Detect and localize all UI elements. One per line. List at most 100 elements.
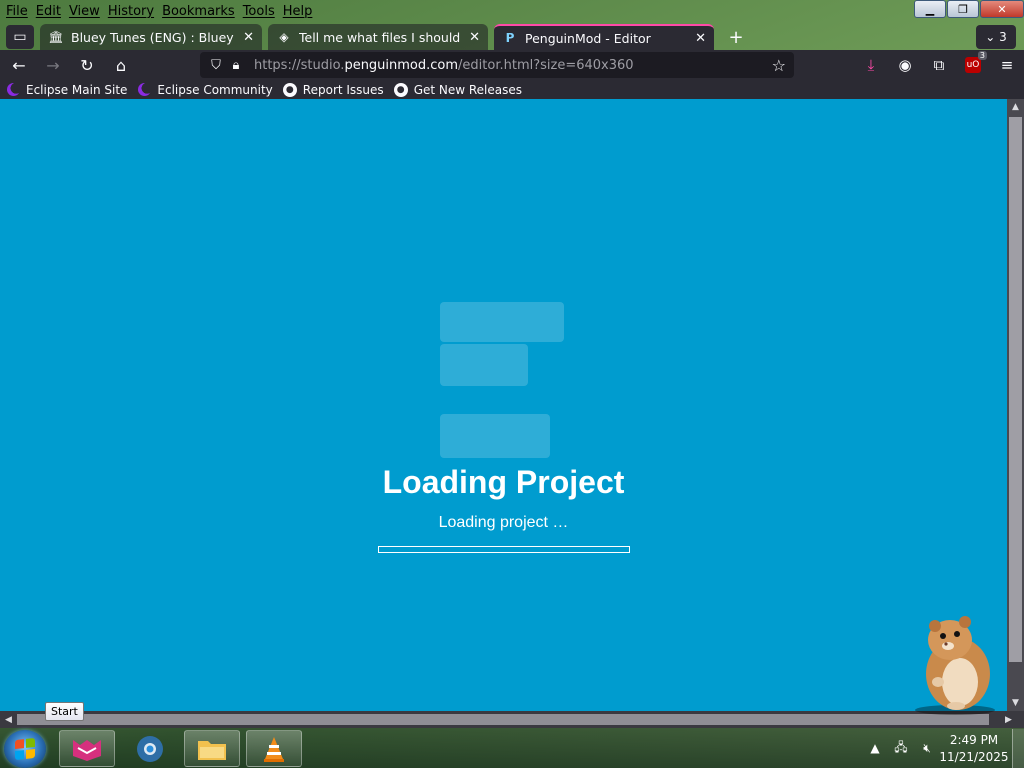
bookmark-star-icon[interactable]: ☆ — [772, 56, 786, 75]
tab-steal-files[interactable]: ◈ Tell me what files I should steal ✕ — [268, 24, 488, 50]
plus-icon: + — [728, 26, 744, 48]
network-icon[interactable]: 🖧︎ — [891, 738, 911, 758]
horizontal-scrollbar[interactable]: ◀ ▶ — [0, 711, 1024, 728]
browser-app-icon — [73, 739, 101, 761]
close-tab-icon[interactable]: ✕ — [695, 31, 706, 46]
arrow-left-icon: ← — [12, 55, 26, 75]
tab-count: 3 — [999, 30, 1007, 44]
forward-button[interactable]: → — [38, 52, 68, 78]
bookmark-label: Eclipse Community — [157, 82, 273, 97]
menu-bar: File Edit View History Bookmarks Tools H… — [0, 0, 1024, 22]
taskbar-app-firefox-variant[interactable] — [59, 730, 115, 767]
bookmark-label: Get New Releases — [413, 82, 523, 97]
close-tab-icon[interactable]: ✕ — [243, 30, 254, 45]
start-button[interactable] — [4, 730, 46, 768]
clock-time: 2:49 PM — [949, 733, 999, 747]
account-button[interactable]: ◉ — [888, 51, 922, 79]
folder-icon — [198, 740, 226, 760]
url-text: https://studio.penguinmod.com/editor.htm… — [254, 58, 634, 73]
windows-logo-icon — [15, 737, 35, 761]
tab-title: PenguinMod - Editor — [525, 30, 651, 46]
taskbar-app-chrome[interactable] — [122, 730, 178, 767]
firefox-view-button[interactable]: ▭ — [6, 25, 34, 49]
close-tab-icon[interactable]: ✕ — [469, 30, 480, 45]
tab-title: Bluey Tunes (ENG) : Bluey and A — [71, 29, 237, 45]
menu-file[interactable]: File — [6, 4, 28, 19]
bookmark-eclipse-community[interactable]: Eclipse Community — [137, 82, 273, 97]
minimize-button[interactable]: ▁ — [914, 0, 946, 18]
volume-muted-icon[interactable]: 🔇︎ — [917, 738, 937, 758]
scroll-left-icon[interactable]: ◀ — [0, 711, 17, 728]
code-block-shape — [440, 414, 550, 458]
new-tab-button[interactable]: + — [724, 25, 748, 49]
url-prefix: https://studio. — [254, 57, 345, 73]
loading-blocks-graphic — [440, 302, 570, 462]
bookmark-label: Eclipse Main Site — [26, 82, 128, 97]
scroll-right-icon[interactable]: ▶ — [1000, 711, 1017, 728]
menu-tools[interactable]: Tools — [243, 4, 275, 19]
hamster-desktop-pet[interactable] — [910, 612, 1000, 716]
bookmark-eclipse-main-site[interactable]: Eclipse Main Site — [6, 83, 127, 97]
github-icon: ● — [282, 82, 297, 97]
restore-button[interactable]: ❐ — [947, 0, 979, 18]
account-icon: ◉ — [898, 56, 912, 74]
show-desktop-button[interactable] — [1012, 729, 1024, 768]
tracking-protection-icon[interactable]: ⛉ — [206, 58, 226, 73]
scroll-up-icon[interactable]: ▲ — [1007, 99, 1024, 115]
menu-edit[interactable]: Edit — [36, 4, 61, 19]
bookmark-report-issues[interactable]: ● Report Issues — [282, 82, 384, 97]
app-menu-button[interactable]: ≡ — [990, 51, 1024, 79]
close-window-button[interactable]: ✕ — [980, 0, 1024, 18]
horizontal-scroll-thumb[interactable] — [17, 714, 989, 725]
home-icon: ⌂ — [115, 55, 127, 75]
downloads-button[interactable]: ⤓ — [854, 51, 888, 79]
globe-browser-icon — [137, 735, 163, 762]
home-button[interactable]: ⌂ — [106, 52, 136, 78]
toolbar-right: ⤓ ◉ ⧉ uO 3 ≡ — [854, 50, 1024, 80]
ublock-badge: 3 — [977, 51, 987, 60]
menu-history[interactable]: History — [108, 4, 154, 19]
minimize-icon: ▁ — [925, 2, 935, 16]
reload-icon: ↻ — [80, 55, 94, 75]
list-all-tabs-button[interactable]: ⌄ 3 — [976, 25, 1016, 49]
menu-bookmarks[interactable]: Bookmarks — [162, 4, 235, 19]
eclipse-icon — [137, 83, 151, 97]
taskbar-app-vlc[interactable] — [246, 730, 302, 767]
chevron-down-icon: ⌄ — [985, 30, 996, 44]
clock[interactable]: 2:49 PM 11/21/2025 — [936, 732, 1012, 766]
restore-icon: ❐ — [958, 2, 968, 16]
loading-title: Loading Project — [382, 464, 625, 500]
start-tooltip: Start — [45, 702, 84, 721]
tab-bluey-tunes[interactable]: 🏛 Bluey Tunes (ENG) : Bluey and A ✕ — [40, 24, 262, 50]
puzzle-icon: ⧉ — [933, 56, 945, 74]
bookmark-label: Report Issues — [302, 82, 384, 97]
hamburger-menu-icon: ≡ — [1000, 56, 1014, 74]
penguinmod-icon: 𝗣 — [505, 31, 515, 45]
url-path: /editor.html?size=640x360 — [458, 57, 634, 73]
ublock-button[interactable]: uO 3 — [956, 51, 990, 79]
extensions-button[interactable]: ⧉ — [922, 51, 956, 79]
vertical-scrollbar[interactable]: ▲ ▼ — [1007, 99, 1024, 711]
eclipse-icon — [6, 83, 20, 97]
github-icon: ● — [393, 82, 408, 97]
url-host: penguinmod.com — [344, 57, 459, 73]
avatar-icon: ◈ — [279, 30, 289, 44]
reload-button[interactable]: ↻ — [72, 52, 102, 78]
scroll-down-icon[interactable]: ▼ — [1007, 695, 1024, 711]
tab-penguinmod-editor[interactable]: 𝗣 PenguinMod - Editor ✕ — [494, 24, 714, 50]
bookmark-get-new-releases[interactable]: ● Get New Releases — [393, 82, 523, 97]
taskbar-app-explorer[interactable] — [184, 730, 240, 767]
back-button[interactable]: ← — [4, 52, 34, 78]
show-hidden-icons-icon[interactable]: ▲ — [865, 738, 885, 758]
code-block-shape — [440, 344, 528, 386]
window-controls: ▁ ❐ ✕ — [913, 0, 1024, 20]
lock-icon[interactable]: 🔒︎ — [226, 58, 246, 73]
download-icon: ⤓ — [867, 56, 875, 74]
vlc-cone-icon — [264, 736, 284, 762]
loading-progress-bar — [378, 546, 630, 553]
address-bar[interactable]: ⛉ 🔒︎ https://studio.penguinmod.com/edito… — [200, 52, 794, 78]
menu-view[interactable]: View — [69, 4, 100, 19]
archive-icon: 🏛 — [48, 30, 64, 44]
menu-help[interactable]: Help — [283, 4, 313, 19]
vertical-scroll-thumb[interactable] — [1009, 117, 1022, 662]
